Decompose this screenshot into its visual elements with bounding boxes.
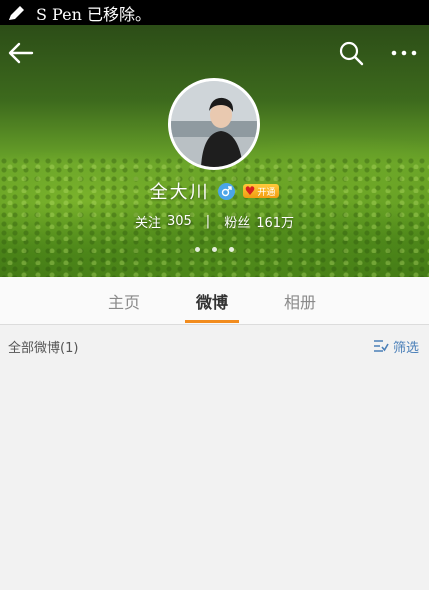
all-posts-label[interactable]: 全部微博(1) — [8, 337, 78, 356]
filter-button[interactable]: 筛选 — [373, 337, 419, 356]
name-row: 全大川 ♥ 开通 — [0, 178, 429, 204]
page-dot — [229, 247, 234, 252]
posts-filter-row: 全部微博(1) 筛选 — [0, 325, 429, 367]
spen-notice: S Pen 已移除。 — [36, 4, 151, 24]
stats-separator: | — [205, 213, 211, 229]
search-icon[interactable] — [337, 39, 365, 67]
more-icon[interactable] — [388, 39, 420, 67]
heart-icon: ♥ — [244, 184, 256, 198]
filter-label: 筛选 — [392, 340, 419, 356]
back-arrow-icon[interactable] — [6, 39, 36, 67]
page-indicator — [0, 247, 429, 252]
fans-count[interactable]: 161万 — [256, 212, 294, 231]
profile-name: 全大川 — [149, 182, 210, 203]
active-tab-indicator — [185, 320, 239, 323]
avatar-photo — [171, 81, 257, 167]
profile-header: 全大川 ♥ 开通 关注 305 | 粉丝 161万 — [0, 25, 429, 277]
tab-weibo[interactable]: 微博 — [177, 277, 247, 324]
tab-home[interactable]: 主页 — [89, 277, 159, 324]
member-badge-label: 开通 — [257, 187, 276, 198]
status-bar: S Pen 已移除。 — [0, 0, 429, 25]
posts-list-area — [0, 367, 429, 590]
tab-bar: 主页 微博 相册 — [0, 277, 429, 325]
page-dot — [212, 247, 217, 252]
pen-icon — [9, 5, 24, 20]
follow-label[interactable]: 关注 — [135, 212, 161, 231]
tab-album[interactable]: 相册 — [265, 277, 335, 324]
page-dot — [195, 247, 200, 252]
follow-count[interactable]: 305 — [167, 214, 192, 229]
filter-icon — [373, 340, 389, 352]
stats-row: 关注 305 | 粉丝 161万 — [0, 211, 429, 231]
male-icon — [217, 182, 235, 200]
avatar[interactable] — [168, 78, 260, 170]
member-badge[interactable]: ♥ 开通 — [242, 184, 280, 198]
fans-label[interactable]: 粉丝 — [224, 212, 250, 231]
